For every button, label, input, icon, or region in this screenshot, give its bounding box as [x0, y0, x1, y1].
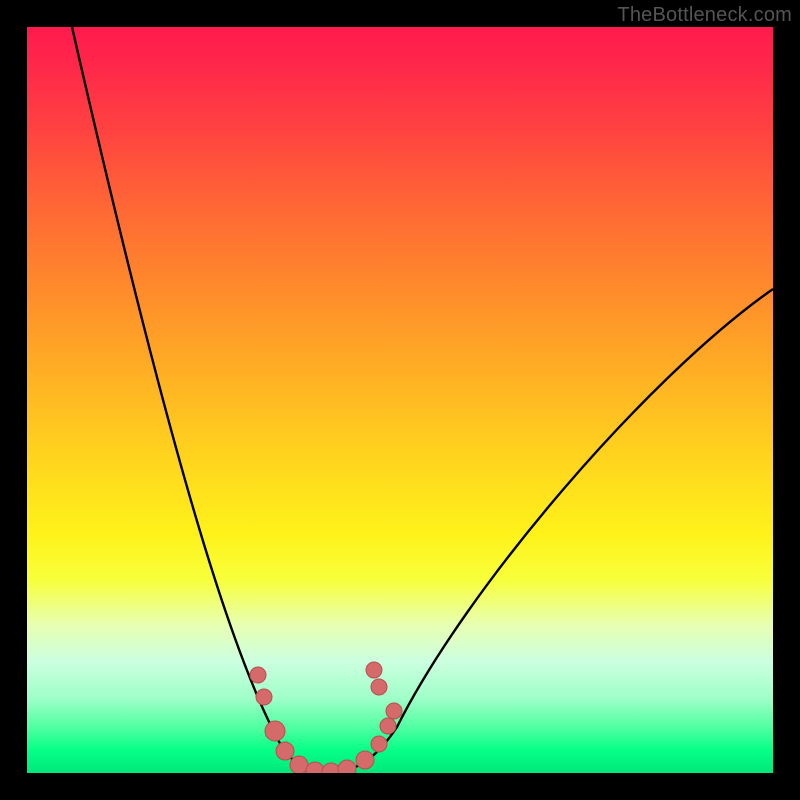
chart-marker: [276, 742, 294, 760]
left-curve: [72, 27, 327, 773]
chart-marker: [322, 763, 340, 773]
chart-marker: [290, 756, 308, 773]
chart-marker: [380, 718, 396, 734]
chart-markers: [250, 662, 402, 773]
chart-frame: [27, 27, 773, 773]
chart-marker: [371, 679, 387, 695]
chart-marker: [256, 689, 272, 705]
chart-marker: [250, 667, 266, 683]
chart-marker: [356, 751, 374, 769]
right-curve: [327, 289, 773, 773]
chart-svg: [27, 27, 773, 773]
chart-marker: [265, 721, 285, 741]
chart-marker: [366, 662, 382, 678]
chart-marker: [338, 760, 356, 773]
chart-marker: [306, 762, 324, 773]
attribution-text: TheBottleneck.com: [617, 4, 792, 27]
chart-marker: [371, 736, 387, 752]
chart-marker: [386, 703, 402, 719]
